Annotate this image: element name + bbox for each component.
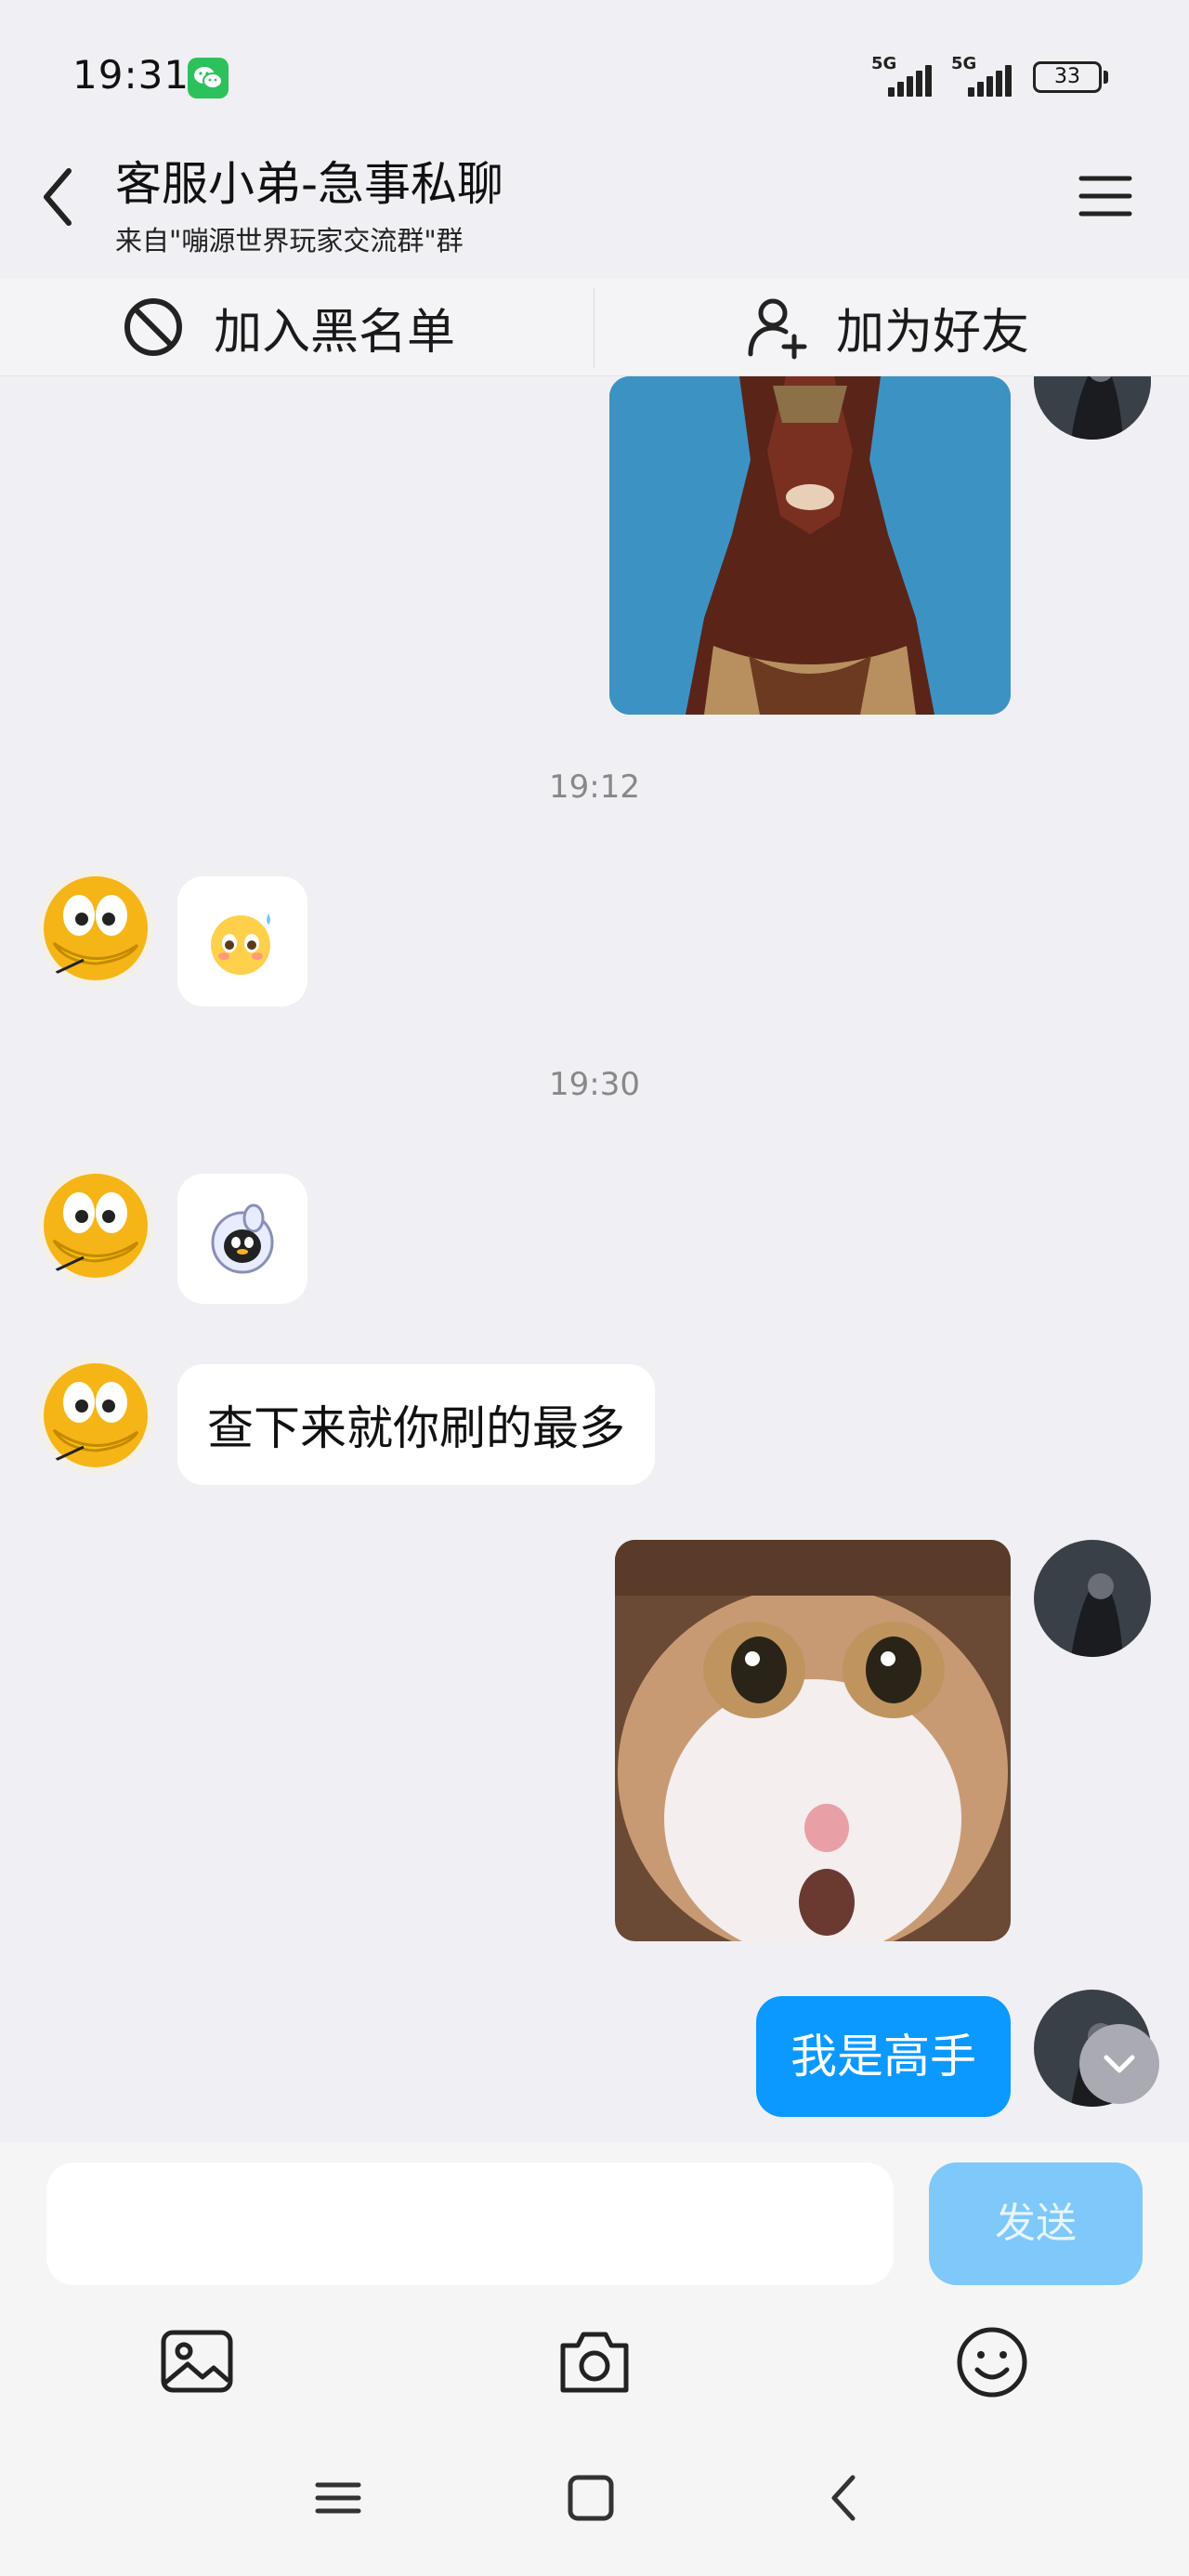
status-time: 19:31 (72, 52, 190, 98)
emoji-icon[interactable] (953, 2323, 1031, 2401)
chevron-down-icon (1104, 2055, 1135, 2073)
image-icon[interactable] (158, 2323, 236, 2401)
contact-avatar[interactable] (37, 871, 154, 988)
back-icon[interactable] (37, 160, 84, 234)
message-text: 我是高手 (790, 2030, 976, 2083)
nav-home-icon[interactable] (565, 2472, 617, 2524)
send-button[interactable]: 发送 (929, 2162, 1143, 2285)
sticker-message[interactable] (177, 1174, 307, 1304)
nav-menu-icon[interactable] (312, 2472, 364, 2524)
camera-icon[interactable] (555, 2323, 634, 2401)
menu-icon[interactable] (1078, 173, 1133, 219)
add-to-blacklist-button[interactable]: 加入黑名单 (121, 279, 492, 375)
text-message-incoming[interactable]: 查下来就你刷的最多 (177, 1364, 655, 1485)
own-avatar[interactable] (1034, 376, 1151, 440)
add-friend-button[interactable]: 加为好友 (747, 279, 1118, 375)
add-friend-label: 加为好友 (836, 304, 1030, 361)
image-message-cat[interactable] (615, 1540, 1011, 1941)
nav-back-icon[interactable] (819, 2472, 871, 2524)
chat-area[interactable]: 19:12 19:30 查下来就你刷的最多 我是高手 (0, 376, 1189, 2142)
contact-avatar[interactable] (37, 1358, 154, 1475)
battery-tip (1104, 71, 1108, 84)
message-input[interactable] (46, 2162, 894, 2285)
text-message-outgoing[interactable]: 我是高手 (756, 1996, 1011, 2117)
add-user-icon (748, 298, 807, 360)
scroll-to-bottom-button[interactable] (1079, 2024, 1159, 2104)
block-icon (124, 298, 182, 356)
page-subtitle: 来自"嘣源世界玩家交流群"群 (115, 225, 464, 256)
blacklist-label: 加入黑名单 (214, 304, 456, 361)
image-message-horse[interactable] (609, 376, 1011, 715)
own-avatar[interactable] (1034, 1540, 1151, 1657)
wechat-icon (188, 58, 229, 99)
message-text: 查下来就你刷的最多 (207, 1401, 625, 1455)
timestamp: 19:30 (549, 1066, 640, 1103)
battery-indicator: 33 (1033, 61, 1102, 93)
timestamp: 19:12 (549, 769, 640, 806)
contact-avatar[interactable] (37, 1168, 154, 1285)
page-title: 客服小弟-急事私聊 (115, 157, 504, 211)
emoji-message[interactable] (177, 876, 307, 1006)
